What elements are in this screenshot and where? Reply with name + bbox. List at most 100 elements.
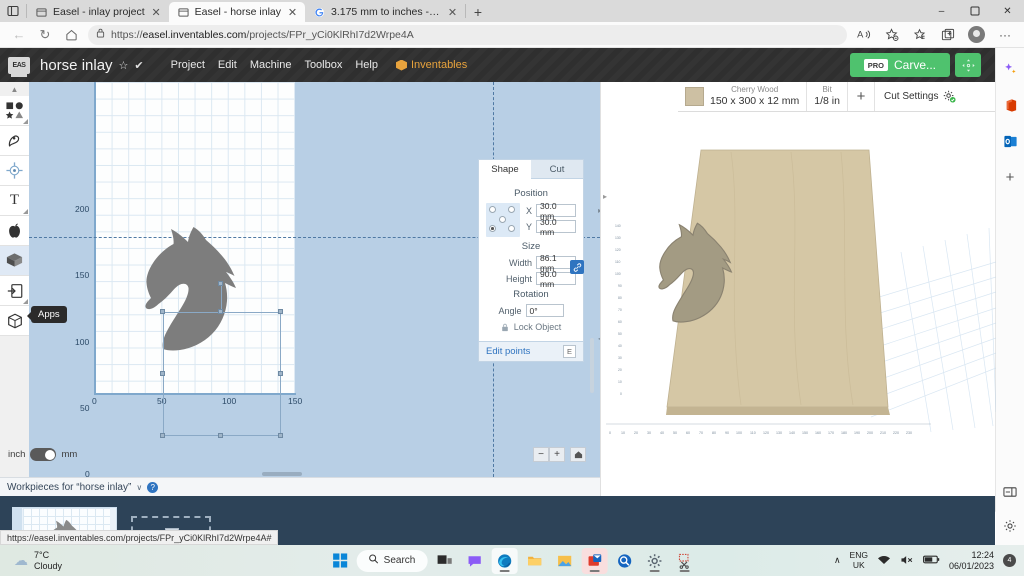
inventables-link[interactable]: Inventables: [395, 59, 467, 71]
battery-icon[interactable]: [923, 554, 940, 567]
shapes-tool[interactable]: [0, 96, 29, 126]
read-aloud-icon[interactable]: A: [851, 24, 877, 46]
link-aspect-icon[interactable]: [570, 260, 584, 274]
canvas-horizontal-scrollbar[interactable]: [262, 472, 302, 476]
home-icon[interactable]: [58, 24, 84, 46]
close-button[interactable]: ✕: [991, 0, 1024, 22]
snipping-tool-icon[interactable]: [671, 548, 697, 574]
handle-top-right[interactable]: [278, 309, 283, 314]
photos-icon[interactable]: [551, 548, 577, 574]
lock-object-row[interactable]: Lock Object: [486, 322, 576, 332]
browser-tab-3[interactable]: 3.175 mm to inches - Google Se ✕: [305, 2, 465, 22]
back-icon[interactable]: ←: [6, 24, 32, 46]
reload-icon[interactable]: ↻: [32, 24, 58, 46]
cut-settings-button[interactable]: Cut Settings: [875, 82, 965, 111]
preview-collapse-icon[interactable]: ▸: [603, 192, 607, 201]
anchor-selector[interactable]: [486, 203, 520, 237]
clipart-tool[interactable]: [0, 216, 29, 246]
easel-logo[interactable]: EAS: [8, 56, 30, 77]
draw-tool[interactable]: [0, 126, 29, 156]
tab-close-icon[interactable]: ✕: [446, 6, 459, 19]
sidebar-settings-icon[interactable]: [999, 515, 1021, 537]
handle-mid-left[interactable]: [160, 371, 165, 376]
threed-tool[interactable]: [0, 306, 29, 336]
y-input[interactable]: 30.0 mm: [536, 217, 576, 237]
import-tool[interactable]: [0, 276, 29, 306]
anchor-bottom-right[interactable]: [508, 225, 515, 232]
pan-icon[interactable]: [955, 53, 981, 77]
anchor-bottom-left[interactable]: [489, 225, 496, 232]
taskbar-search[interactable]: Search: [356, 549, 428, 572]
favorite-star-icon[interactable]: ☆: [119, 59, 129, 72]
settings-more-icon[interactable]: ···: [992, 24, 1018, 46]
settings-icon[interactable]: [641, 548, 667, 574]
sidebar-toggle-icon[interactable]: [999, 481, 1021, 503]
task-view-icon[interactable]: [431, 548, 457, 574]
file-explorer-icon[interactable]: [521, 548, 547, 574]
outlook-icon[interactable]: [581, 547, 608, 574]
edit-points-button[interactable]: Edit points: [486, 346, 530, 357]
volume-mute-icon[interactable]: [900, 554, 914, 568]
zoom-out-button[interactable]: −: [533, 447, 549, 462]
tab-search-icon[interactable]: [0, 0, 26, 22]
tab-cut[interactable]: Cut: [531, 160, 583, 179]
office-icon[interactable]: [999, 94, 1021, 116]
height-input[interactable]: 90.0 mm: [536, 269, 576, 289]
chat-icon[interactable]: [461, 548, 487, 574]
menu-edit[interactable]: Edit: [218, 59, 237, 71]
weather-widget[interactable]: ☁ 7°C Cloudy: [14, 550, 62, 571]
clock[interactable]: 12:24 06/01/2023: [949, 550, 994, 572]
apps-tool[interactable]: [0, 246, 29, 276]
minimize-button[interactable]: ‒: [925, 0, 958, 22]
tab-close-icon[interactable]: ✕: [150, 6, 163, 19]
unit-toggle-switch[interactable]: [30, 448, 57, 461]
handle-mid-right[interactable]: [278, 371, 283, 376]
maximize-button[interactable]: [958, 0, 991, 22]
browser-tab-1[interactable]: Easel - inlay project ✕: [27, 2, 169, 22]
handle-bottom-right[interactable]: [278, 433, 283, 438]
outlook-icon[interactable]: [999, 130, 1021, 152]
favorites-add-icon[interactable]: [879, 24, 905, 46]
handle-top-left[interactable]: [160, 309, 165, 314]
bit-cell[interactable]: Bit 1/8 in: [807, 82, 848, 111]
handle-top-center[interactable]: [218, 309, 223, 314]
rotation-handle[interactable]: [218, 281, 223, 286]
profile-avatar[interactable]: [968, 26, 985, 43]
chevron-down-icon[interactable]: ∨: [136, 483, 142, 492]
wifi-icon[interactable]: [877, 554, 891, 568]
notification-badge[interactable]: 4: [1003, 554, 1016, 567]
edge-icon[interactable]: [491, 547, 518, 574]
add-bit-button[interactable]: +: [848, 82, 875, 111]
x-input[interactable]: 30.0 mm: [536, 201, 576, 221]
copilot-icon[interactable]: [999, 58, 1021, 80]
anchor-top-right[interactable]: [508, 206, 515, 213]
angle-input[interactable]: 0°: [525, 304, 564, 317]
handle-bottom-center[interactable]: [218, 433, 223, 438]
text-tool[interactable]: T: [0, 186, 29, 216]
tab-shape[interactable]: Shape: [479, 160, 531, 179]
three-d-preview[interactable]: 140 130 120 110 100 90 80 70 60 50 40 30 20 10 0: [601, 112, 996, 462]
menu-project[interactable]: Project: [171, 59, 205, 71]
add-app-icon[interactable]: +: [999, 166, 1021, 188]
zoom-home-button[interactable]: [570, 447, 586, 462]
tray-expand-icon[interactable]: ∧: [834, 555, 841, 566]
center-tool[interactable]: [0, 156, 29, 186]
unit-toggle[interactable]: inch mm: [8, 448, 77, 461]
anchor-center[interactable]: [498, 215, 506, 223]
browser-tab-2[interactable]: Easel - horse inlay ✕: [168, 2, 305, 22]
tab-close-icon[interactable]: ✕: [286, 6, 299, 19]
menu-help[interactable]: Help: [355, 59, 378, 71]
material-cell[interactable]: Cherry Wood 150 x 300 x 12 mm: [678, 82, 808, 111]
browser-essentials-icon[interactable]: [935, 24, 961, 46]
collections-icon[interactable]: [907, 24, 933, 46]
carve-button[interactable]: PRO Carve...: [849, 53, 950, 77]
panel-scrollbar[interactable]: [590, 338, 594, 393]
anchor-top-left[interactable]: [489, 206, 496, 213]
chevron-up-icon[interactable]: ▲: [0, 82, 29, 96]
help-icon[interactable]: ?: [147, 481, 159, 493]
handle-bottom-left[interactable]: [160, 433, 165, 438]
zoom-in-button[interactable]: +: [549, 447, 565, 462]
easel-search-icon[interactable]: [611, 548, 637, 574]
windows-start-icon[interactable]: [327, 548, 353, 574]
menu-machine[interactable]: Machine: [250, 59, 292, 71]
